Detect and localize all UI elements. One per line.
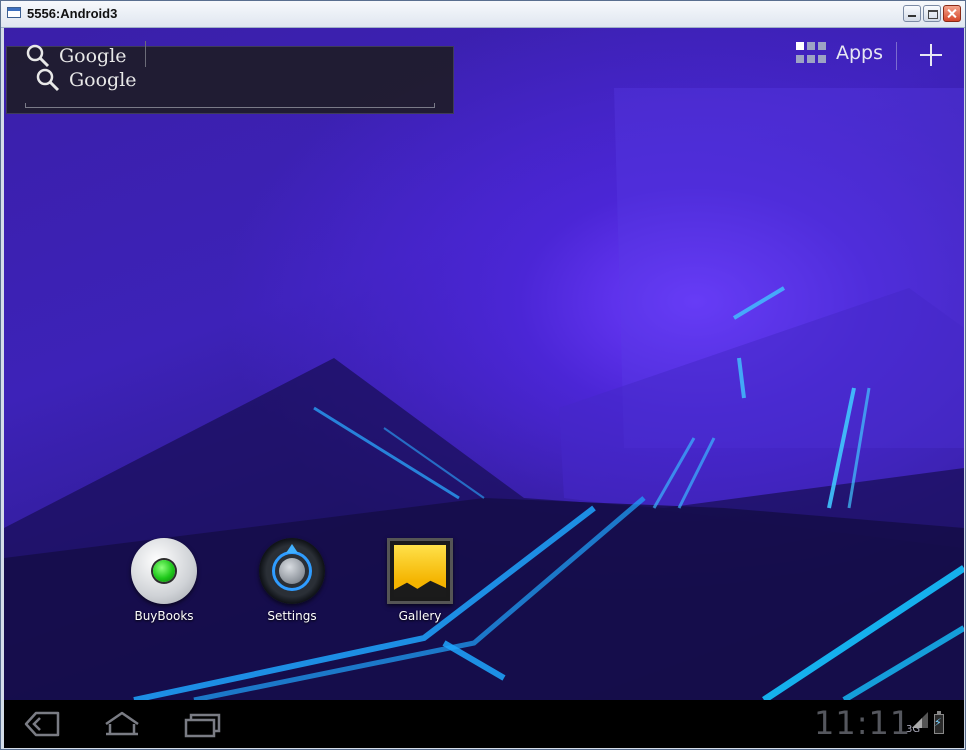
buybooks-icon: [131, 538, 197, 604]
window-title: 5556:Android3: [27, 6, 118, 21]
settings-icon: [259, 538, 325, 604]
search-input-underline[interactable]: [25, 103, 435, 108]
top-bar-divider: [896, 42, 897, 70]
shortcut-gallery[interactable]: Gallery: [365, 538, 475, 623]
search-label: Google: [59, 45, 127, 67]
shortcut-label: Gallery: [398, 609, 442, 623]
search-icon: [36, 68, 60, 92]
home-icon[interactable]: [102, 710, 142, 738]
search-divider: [145, 41, 146, 67]
google-search-widget[interactable]: Google Google: [6, 41, 454, 114]
shortcut-settings[interactable]: Settings: [237, 538, 347, 623]
search-icon: [26, 44, 50, 68]
android-home-screen: Google Google Apps BuyBooks Settings Gal…: [4, 28, 964, 748]
wallpaper-graphic: [4, 88, 964, 703]
close-button[interactable]: [943, 5, 961, 22]
emulator-window: 5556:Android3 Google Google Apps BuyBook…: [0, 0, 966, 750]
minimize-button[interactable]: [903, 5, 921, 22]
clock[interactable]: 11:11: [814, 704, 911, 742]
search-label-secondary: Google: [69, 69, 137, 91]
settings-arrow-icon: [286, 544, 298, 553]
window-titlebar[interactable]: 5556:Android3: [1, 1, 965, 28]
apps-button[interactable]: Apps: [796, 42, 883, 64]
back-icon[interactable]: [22, 710, 62, 738]
maximize-button[interactable]: [923, 5, 941, 22]
search-row-secondary[interactable]: Google: [35, 67, 137, 93]
add-icon[interactable]: [918, 42, 944, 68]
shortcut-label: Settings: [267, 609, 317, 623]
shortcut-label: BuyBooks: [134, 609, 194, 623]
battery-icon: [934, 711, 944, 734]
signal-icon: [912, 712, 928, 728]
window-app-icon: [7, 7, 21, 18]
system-bar: 11:11 3G: [4, 700, 964, 748]
shortcut-buybooks[interactable]: BuyBooks: [109, 538, 219, 623]
apps-label: Apps: [836, 42, 884, 64]
gallery-icon: [387, 538, 453, 604]
apps-grid-icon: [796, 42, 826, 64]
search-row-primary[interactable]: Google: [25, 43, 127, 69]
recent-apps-icon[interactable]: [182, 710, 222, 738]
